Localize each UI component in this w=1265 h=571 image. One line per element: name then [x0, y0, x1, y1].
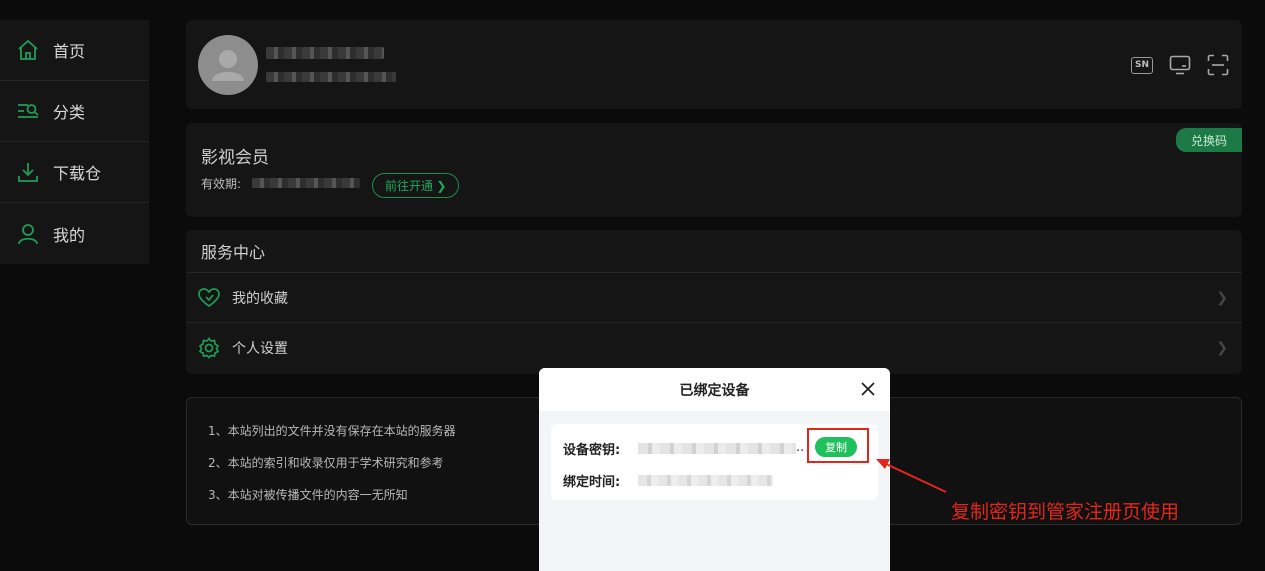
device-key-label: 设备密钥:: [563, 443, 621, 458]
open-vip-button[interactable]: 前往开通 ❯: [372, 173, 460, 198]
device-key-ellipsis: ..: [796, 440, 805, 455]
device-key-value-masked: [638, 443, 796, 454]
annotation-arrow: [876, 459, 947, 493]
sidebar-item-label: 分类: [53, 103, 86, 122]
vip-validity-label: 有效期:: [201, 177, 242, 191]
sidebar-item-download[interactable]: 下载仓: [0, 142, 149, 203]
annotation-text: 复制密钥到管家注册页使用: [951, 501, 1180, 523]
chevron-right-icon: ❯: [1216, 290, 1228, 306]
username-masked: [266, 47, 384, 59]
vip-card: 影视会员 有效期: 前往开通 ❯ 兑换码: [186, 123, 1242, 217]
avatar[interactable]: [198, 35, 258, 95]
profile-card: SN: [186, 20, 1242, 109]
service-item-settings[interactable]: 个人设置 ❯: [186, 323, 1242, 373]
bind-time-value-masked: [638, 475, 773, 486]
download-icon: [15, 159, 41, 185]
sidebar-item-category[interactable]: 分类: [0, 81, 149, 142]
chevron-right-icon: ❯: [1216, 340, 1228, 356]
bound-device-modal: 已绑定设备 设备密钥: .. 复制 绑定时间:: [539, 368, 890, 571]
copy-button-highlight: [807, 428, 869, 463]
redeem-code-button[interactable]: 兑换码: [1176, 128, 1242, 152]
scan-icon[interactable]: [1206, 54, 1230, 76]
notice-line: 3、本站对被传播文件的内容一无所知: [208, 488, 408, 502]
modal-header: 已绑定设备: [539, 368, 890, 411]
sidebar-item-mine[interactable]: 我的: [0, 203, 149, 264]
modal-title: 已绑定设备: [679, 382, 750, 399]
service-item-label: 个人设置: [232, 341, 288, 357]
page: 首页 分类 下载仓 我的 SN 影视会员 有效期: 前往开通 ❯ 兑换码 服务中…: [0, 0, 1265, 571]
profile-actions: SN: [1130, 54, 1230, 76]
sidebar-item-label: 首页: [53, 42, 86, 61]
sidebar-item-home[interactable]: 首页: [0, 20, 149, 81]
tv-icon[interactable]: [1168, 54, 1192, 76]
user-id-masked: [266, 72, 396, 82]
close-icon[interactable]: [858, 379, 878, 399]
settings-gear-icon: [198, 337, 220, 359]
vip-validity-masked: [252, 178, 360, 188]
notice-line: 2、本站的索引和收录仅用于学术研究和参考: [208, 456, 444, 470]
category-icon: [15, 98, 41, 124]
bind-time-label: 绑定时间:: [563, 475, 621, 490]
service-center-title: 服务中心: [186, 230, 1242, 273]
sidebar: 首页 分类 下载仓 我的: [0, 20, 149, 264]
sidebar-item-label: 下载仓: [53, 164, 102, 183]
home-icon: [15, 37, 41, 63]
sidebar-item-label: 我的: [53, 225, 86, 245]
vip-title: 影视会员: [201, 148, 269, 168]
notice-line: 1、本站列出的文件并没有保存在本站的服务器: [208, 424, 456, 438]
service-item-label: 我的收藏: [232, 290, 288, 307]
user-icon: [15, 221, 41, 247]
sn-icon[interactable]: SN: [1130, 54, 1154, 76]
heart-icon: [198, 287, 220, 309]
service-center: 服务中心 我的收藏 ❯ 个人设置 ❯: [186, 230, 1242, 374]
service-item-favorites[interactable]: 我的收藏 ❯: [186, 273, 1242, 323]
